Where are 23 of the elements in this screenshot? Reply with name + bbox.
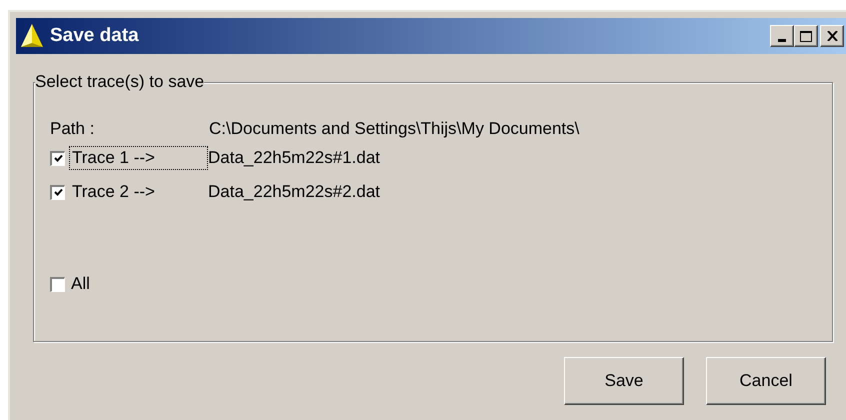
dialog-button[interactable]: Save	[564, 357, 684, 405]
checkbox[interactable]	[50, 184, 65, 200]
close-icon	[826, 31, 838, 41]
maximize-button[interactable]	[794, 25, 818, 47]
window-title: Save data	[50, 24, 139, 48]
check-icon	[54, 154, 62, 163]
close-button[interactable]	[820, 25, 844, 47]
checkbox-label[interactable]: Trace 1 -->	[69, 146, 208, 170]
file-name: Data_22h5m22s#1.dat	[208, 147, 380, 170]
file-name: Data_22h5m22s#2.dat	[208, 181, 380, 204]
checkbox[interactable]	[50, 276, 65, 292]
group-label: Select trace(s) to save	[35, 72, 204, 92]
checkbox[interactable]	[50, 150, 65, 166]
check-icon	[54, 188, 62, 197]
triangle-logo-icon	[20, 23, 44, 49]
minimize-button[interactable]	[770, 25, 794, 47]
checkbox-label[interactable]: Trace 2 -->	[69, 180, 208, 204]
minimize-icon	[778, 39, 786, 42]
checkbox-label[interactable]: All	[71, 271, 90, 297]
dialog-button[interactable]: Cancel	[706, 357, 826, 405]
maximize-icon	[800, 30, 812, 42]
path-value: C:\Documents and Settings\Thijs\My Documents\	[209, 118, 580, 140]
path-label: Path :	[50, 118, 96, 140]
